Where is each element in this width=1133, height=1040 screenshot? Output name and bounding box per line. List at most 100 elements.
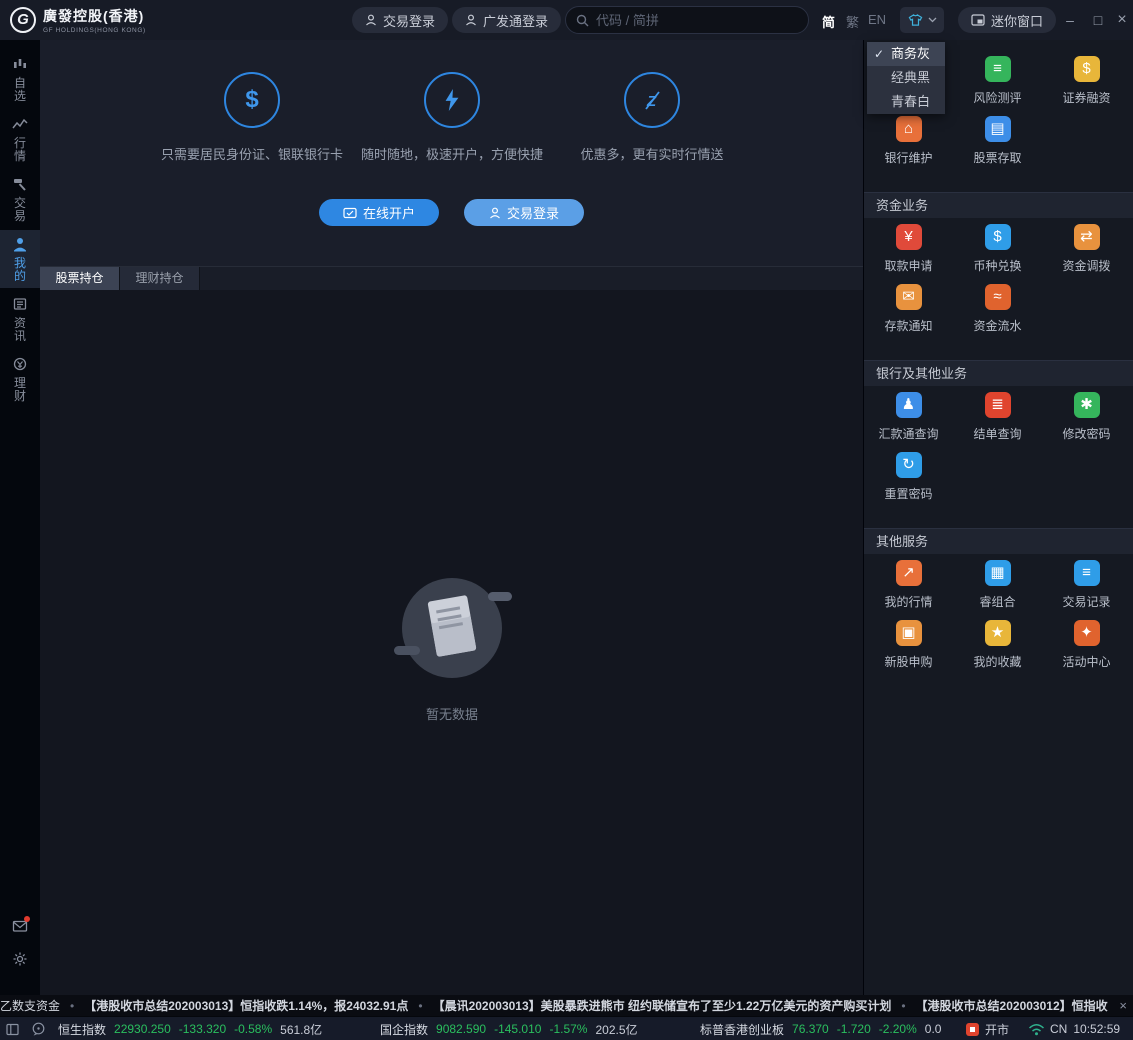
- dollar-circle-icon: $: [224, 72, 280, 128]
- service-deposit-notice[interactable]: ✉ 存款通知: [864, 284, 953, 344]
- sidebar-item-wealth[interactable]: 理财: [0, 350, 40, 408]
- mini-window-icon: [971, 14, 985, 26]
- time-label: 10:52:59: [1073, 1022, 1120, 1036]
- person-icon: [365, 14, 377, 26]
- risk-assessment-icon: ≡: [985, 56, 1011, 82]
- lang-traditional-toggle[interactable]: 繁: [846, 12, 859, 31]
- positions-tabbar: 股票持仓 理财持仓: [40, 266, 863, 290]
- margin-financing-icon: $: [1074, 56, 1100, 82]
- trade-records-icon: ≡: [1074, 560, 1100, 586]
- app-window: G 廣發控股(香港) GF HOLDINGS(HONG KONG) 交易登录 广…: [0, 0, 1133, 1040]
- market-icon: [12, 116, 28, 132]
- open-account-icon: [343, 207, 357, 219]
- ticker-partial-text: 乙数支资金: [0, 997, 60, 1014]
- service-trade-records[interactable]: ≡ 交易记录: [1042, 560, 1131, 620]
- tab-stock-positions[interactable]: 股票持仓: [40, 267, 120, 291]
- currency-exchange-icon: $: [985, 224, 1011, 250]
- sidebar-item-mine[interactable]: 我的: [0, 230, 40, 288]
- gft-login-label: 广发通登录: [483, 11, 548, 30]
- titlebar: G 廣發控股(香港) GF HOLDINGS(HONG KONG) 交易登录 广…: [0, 0, 1133, 40]
- mini-window-button[interactable]: 迷你窗口: [958, 7, 1056, 33]
- service-smart-portfolio[interactable]: ▦ 睿组合: [953, 560, 1042, 620]
- sidebar-item-watchlist[interactable]: 自选: [0, 50, 40, 108]
- lightning-circle-icon: [424, 72, 480, 128]
- theme-option-youth-white[interactable]: 青春白: [867, 90, 945, 114]
- search-icon: [576, 14, 589, 27]
- empty-illustration: [402, 578, 502, 678]
- service-statement-query[interactable]: ≣ 结单查询: [953, 392, 1042, 452]
- service-bank-maintenance[interactable]: ⌂ 银行维护: [864, 116, 953, 176]
- tab-wealth-positions[interactable]: 理财持仓: [120, 267, 200, 291]
- ticker-news-item[interactable]: 【晨讯202003013】美股暴跌进熊市 纽约联储宣布了至少1.22万亿美元的资…: [433, 997, 892, 1014]
- app-logo: G 廣發控股(香港) GF HOLDINGS(HONG KONG): [10, 6, 146, 34]
- search-input[interactable]: [596, 13, 798, 28]
- service-reset-password[interactable]: ↻ 重置密码: [864, 452, 953, 512]
- watchlist-icon: [12, 56, 28, 72]
- change-password-icon: ✱: [1074, 392, 1100, 418]
- open-account-label: 在线开户: [363, 203, 415, 222]
- gft-login-button[interactable]: 广发通登录: [452, 7, 561, 33]
- settings-button[interactable]: [0, 951, 40, 967]
- ticker-news-item[interactable]: 【港股收市总结202003013】恒指收跌1.14%，报24032.91点: [84, 997, 408, 1014]
- deposit-notice-icon: ✉: [896, 284, 922, 310]
- promo-trade-login-button[interactable]: 交易登录: [464, 199, 584, 226]
- panel-toggle-icon[interactable]: [6, 1023, 19, 1036]
- service-change-password[interactable]: ✱ 修改密码: [1042, 392, 1131, 452]
- favorites-icon: ★: [985, 620, 1011, 646]
- notification-dot: [24, 916, 30, 922]
- service-ipo-subscription[interactable]: ▣ 新股申购: [864, 620, 953, 680]
- feature-text: 只需要居民身份证、银联银行卡: [142, 144, 362, 163]
- service-stock-deposit[interactable]: ▤ 股票存取: [953, 116, 1042, 176]
- left-sidebar: 自选 行情 交易 我的 资讯 理财: [0, 40, 40, 995]
- service-favorites[interactable]: ★ 我的收藏: [953, 620, 1042, 680]
- ticker-close-icon[interactable]: ×: [1113, 995, 1127, 1016]
- index-hscei[interactable]: 国企指数 9082.590 -145.010 -1.57% 202.5亿: [380, 1017, 638, 1040]
- promo-trade-login-label: 交易登录: [507, 203, 559, 222]
- trade-login-button[interactable]: 交易登录: [352, 7, 448, 33]
- theme-option-business-gray[interactable]: ✓ 商务灰: [867, 42, 945, 66]
- service-fund-flow[interactable]: ≈ 资金流水: [953, 284, 1042, 344]
- feature-id-card: $ 只需要居民身份证、银联银行卡: [142, 72, 362, 163]
- ticker-news-item[interactable]: 【港股收市总结202003012】恒指收: [916, 997, 1108, 1014]
- withdrawal-icon: ¥: [896, 224, 922, 250]
- service-my-quotes[interactable]: ↗ 我的行情: [864, 560, 953, 620]
- close-button[interactable]: ×: [1108, 0, 1133, 40]
- service-activity-center[interactable]: ✦ 活动中心: [1042, 620, 1131, 680]
- service-fund-transfer[interactable]: ⇄ 资金调拨: [1042, 224, 1131, 284]
- lang-simplified-toggle[interactable]: 简: [822, 12, 835, 31]
- person-icon: [465, 14, 477, 26]
- service-group-funds: ¥ 取款申请 $ 币种兑换 ⇄ 资金调拨 ✉ 存款通知 ≈ 资金流水: [864, 218, 1133, 348]
- service-withdrawal[interactable]: ¥ 取款申请: [864, 224, 953, 284]
- open-account-button[interactable]: 在线开户: [319, 199, 439, 226]
- feature-text: 随时随地，极速开户，方便快捷: [342, 144, 562, 163]
- index-sp-hk-gem[interactable]: 标普香港创业板 76.370 -1.720 -2.20% 0.0: [700, 1017, 941, 1040]
- ipo-subscription-icon: ▣: [896, 620, 922, 646]
- stock-deposit-icon: ▤: [985, 116, 1011, 142]
- service-remittance-query[interactable]: ♟ 汇款通查询: [864, 392, 953, 452]
- account-promo-section: $ 只需要居民身份证、银联银行卡 随时随地，极速开户，方便快捷 Z 优惠多，更有…: [40, 40, 863, 266]
- section-header-other: 其他服务: [864, 528, 1133, 554]
- market-status[interactable]: 开市: [966, 1017, 1009, 1040]
- statusbar: 恒生指数 22930.250 -133.320 -0.58% 561.8亿 国企…: [0, 1016, 1133, 1040]
- messages-button[interactable]: [0, 919, 40, 933]
- service-margin-financing[interactable]: $ 证券融资: [1042, 56, 1131, 116]
- services-panel: ✎ 资料修改 ≡ 风险测评 $ 证券融资 ⌂ 银行维护 ▤ 股票存取 资金业务: [863, 40, 1133, 995]
- minimize-button[interactable]: –: [1056, 0, 1084, 40]
- lang-english-toggle[interactable]: EN: [868, 12, 886, 27]
- skin-shirt-icon: [907, 13, 924, 27]
- wifi-icon: [1028, 1023, 1045, 1036]
- index-hsi[interactable]: 恒生指数 22930.250 -133.320 -0.58% 561.8亿: [58, 1017, 322, 1040]
- theme-skin-button[interactable]: [900, 7, 944, 33]
- sidebar-item-news[interactable]: 资讯: [0, 290, 40, 348]
- feedback-chat-icon[interactable]: [31, 1022, 46, 1036]
- service-risk-assessment[interactable]: ≡ 风险测评: [953, 56, 1042, 116]
- sidebar-item-trade[interactable]: 交易: [0, 170, 40, 228]
- theme-option-classic-black[interactable]: 经典黑: [867, 66, 945, 90]
- section-header-funds: 资金业务: [864, 192, 1133, 218]
- service-currency-exchange[interactable]: $ 币种兑换: [953, 224, 1042, 284]
- market-open-icon: [966, 1023, 979, 1036]
- feature-fast-open: 随时随地，极速开户，方便快捷: [342, 72, 562, 163]
- service-group-bank: ♟ 汇款通查询 ≣ 结单查询 ✱ 修改密码 ↻ 重置密码: [864, 386, 1133, 516]
- document-icon: [427, 595, 476, 657]
- sidebar-item-market[interactable]: 行情: [0, 110, 40, 168]
